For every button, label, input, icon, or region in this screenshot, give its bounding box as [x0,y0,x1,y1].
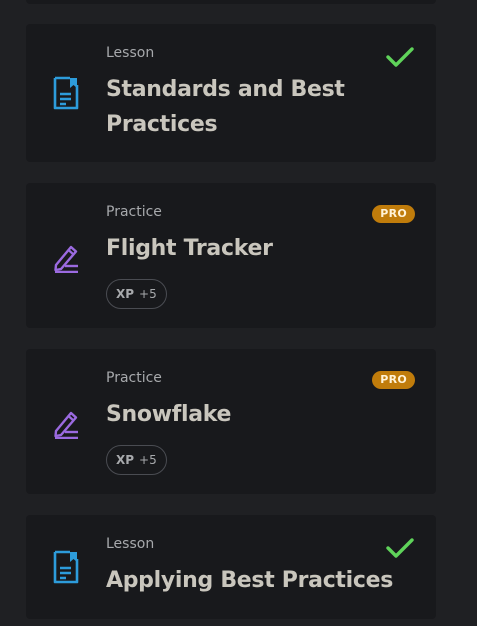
xp-label: XP [116,287,135,301]
xp-reward-pill: XP +5 [106,279,167,309]
practice-pencil-icon [52,405,80,439]
practice-pencil-icon [52,239,80,273]
xp-reward-pill: XP +5 [106,445,167,475]
xp-label: XP [116,453,135,467]
item-title: Applying Best Practices [106,568,394,593]
item-title: Standards and Best Practices [106,77,345,137]
lesson-card[interactable]: Lesson Applying Best Practices [26,515,436,619]
item-kind-label: Practice [106,204,162,220]
lesson-card[interactable]: Lesson Standards and Best Practices [26,24,436,162]
checkmark-icon [386,537,414,559]
pro-badge: PRO [372,371,415,389]
course-item-list: Lesson Standards and Best Practices Prac… [0,0,477,626]
item-title: Snowflake [106,402,232,427]
xp-value: +5 [139,287,157,301]
xp-value: +5 [139,453,157,467]
item-kind-label: Lesson [106,45,155,61]
item-title: Flight Tracker [106,236,273,261]
pro-badge: PRO [372,205,415,223]
lesson-document-icon [52,76,80,110]
practice-card[interactable]: Practice PRO Flight Tracker XP +5 [26,183,436,328]
item-kind-label: Practice [106,370,162,386]
checkmark-icon [386,46,414,68]
list-item[interactable] [26,0,436,4]
lesson-document-icon [52,550,80,584]
practice-card[interactable]: Practice PRO Snowflake XP +5 [26,349,436,494]
item-kind-label: Lesson [106,536,155,552]
